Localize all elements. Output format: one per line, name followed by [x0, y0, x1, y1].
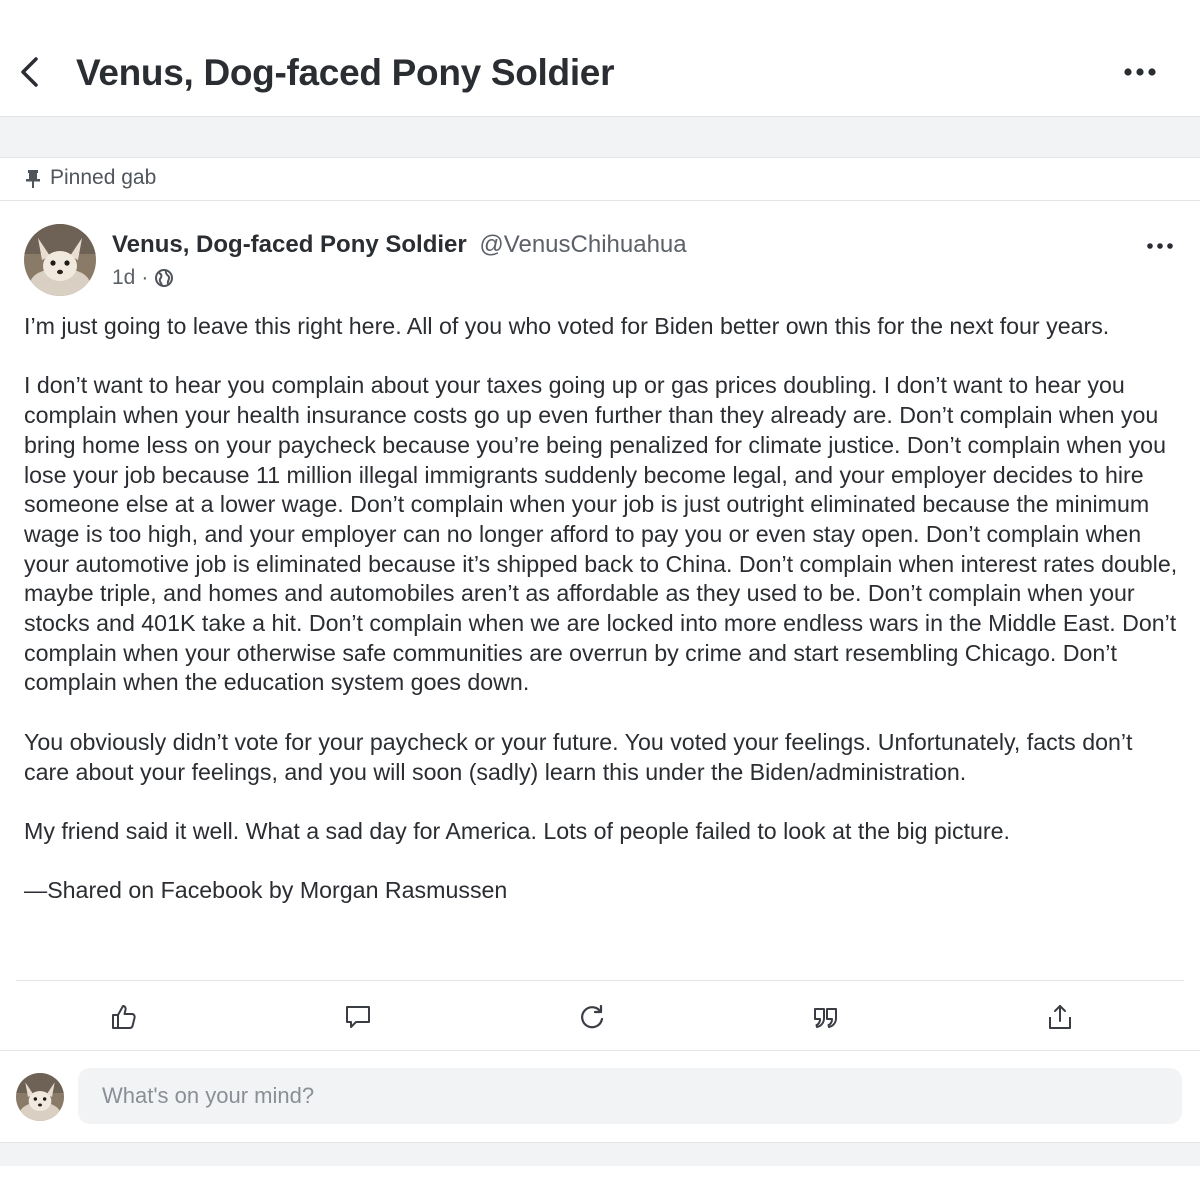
repost-button[interactable] [570, 995, 614, 1039]
pin-icon [26, 170, 40, 188]
post-action-bar [0, 995, 1200, 1039]
quote-button[interactable] [804, 995, 848, 1039]
quote-icon [814, 1008, 837, 1028]
page-title: Venus, Dog-faced Pony Soldier [76, 52, 615, 93]
meta-separator: · [141, 266, 149, 289]
post-time[interactable]: 1d [112, 266, 135, 290]
post-paragraph: —Shared on Facebook by Morgan Rasmussen [24, 877, 508, 904]
section-gap [0, 1142, 1200, 1167]
author-name[interactable]: Venus, Dog-faced Pony Soldier [112, 231, 467, 258]
compose-input[interactable] [78, 1068, 1182, 1124]
post-paragraph: My friend said it well. What a sad day f… [24, 817, 1010, 844]
section-gap [0, 117, 1200, 158]
post-paragraph: I don’t want to hear you complain about … [24, 372, 1178, 696]
like-button[interactable] [102, 995, 146, 1039]
share-icon [1049, 1005, 1071, 1029]
more-horizontal-icon [1124, 68, 1156, 76]
repost-icon [581, 1004, 604, 1029]
author-avatar[interactable] [24, 224, 96, 296]
author-handle[interactable]: @VenusChihuahua [479, 231, 686, 258]
current-user-avatar[interactable] [16, 1073, 64, 1121]
back-button[interactable] [14, 54, 48, 90]
chevron-left-icon [21, 57, 38, 87]
pinned-label: Pinned gab [50, 166, 157, 189]
comment-button[interactable] [336, 995, 380, 1039]
pinned-indicator: Pinned gab [0, 158, 1200, 201]
post-paragraph: I’m just going to leave this right here.… [24, 313, 1110, 339]
post-divider [16, 980, 1184, 981]
post-body: I’m just going to leave this right here.… [24, 312, 1184, 936]
like-icon [112, 1005, 136, 1029]
page-header: Venus, Dog-faced Pony Soldier [0, 28, 1200, 117]
chihuahua-avatar-image [24, 224, 96, 296]
post-author: Venus, Dog-faced Pony Soldier @VenusChih… [112, 231, 687, 259]
comment-icon [346, 1006, 370, 1028]
header-more-button[interactable] [1118, 58, 1162, 86]
next-item-cutoff [0, 1166, 1200, 1183]
chihuahua-avatar-image [16, 1073, 64, 1121]
share-button[interactable] [1038, 995, 1082, 1039]
top-breadcrumb-strip [0, 0, 1200, 8]
post-meta: 1d · [112, 266, 174, 290]
post-more-button[interactable] [1144, 234, 1176, 258]
post-paragraph: You obviously didn’t vote for your paych… [24, 728, 1133, 785]
globe-icon [155, 269, 174, 287]
more-horizontal-icon [1147, 243, 1173, 249]
